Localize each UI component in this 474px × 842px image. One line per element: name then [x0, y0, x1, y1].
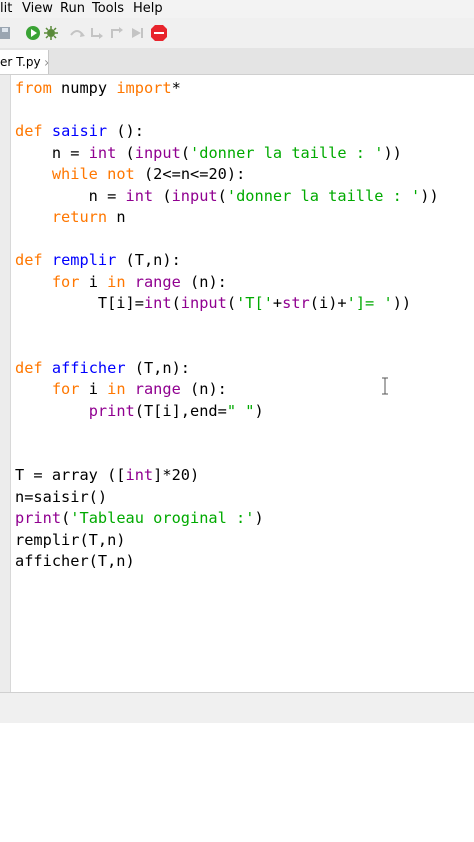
tab-file[interactable]: er T.py×: [0, 50, 49, 74]
tab-label: er T.py: [0, 55, 41, 69]
menu-bar: lit View Run Tools Help: [0, 0, 474, 18]
shell-panel[interactable]: [0, 723, 474, 842]
code-line: while not (2<=n<=20):: [51, 165, 246, 183]
text-cursor-icon: [382, 377, 388, 395]
menu-edit[interactable]: lit: [0, 1, 12, 16]
code-line: afficher(T,n): [15, 552, 135, 570]
code-line: return n: [51, 208, 126, 226]
code-line: print(T[i],end=" "): [88, 401, 264, 420]
code-line: print('Tableau oroginal :'): [15, 509, 264, 527]
run-icon[interactable]: [24, 24, 42, 42]
menu-run[interactable]: Run: [60, 1, 85, 16]
stop-icon[interactable]: [150, 24, 168, 42]
code-line: def remplir (T,n):: [15, 251, 181, 269]
menu-view[interactable]: View: [22, 1, 53, 16]
menu-tools[interactable]: Tools: [92, 1, 124, 16]
tab-close-icon[interactable]: ×: [44, 58, 48, 69]
code-line: def afficher (T,n):: [15, 358, 191, 377]
code-line: for i in range (n):: [51, 380, 227, 398]
code-line: n = int (input('donner la taille : ')): [15, 186, 439, 205]
editor-gutter: [0, 75, 11, 692]
code-line: def saisir ():: [15, 122, 144, 140]
editor-tab-bar: er T.py×: [0, 48, 474, 75]
code-line: T[i]=int(input('T['+str(i)+']= ')): [15, 294, 412, 312]
code-line: n = int (input('donner la taille : ')): [15, 143, 402, 162]
code-line: for i in range (n):: [51, 272, 227, 291]
step-over-icon[interactable]: [68, 24, 86, 42]
code-line: n=saisir(): [15, 487, 108, 506]
resume-icon[interactable]: [128, 24, 146, 42]
panel-divider[interactable]: [0, 692, 474, 724]
code-line: remplir(T,n): [15, 530, 126, 549]
code-editor[interactable]: from numpy import* def saisir (): n = in…: [0, 75, 474, 692]
debug-icon[interactable]: [42, 24, 60, 42]
code-line: T = array ([int]*20): [15, 466, 200, 484]
code-line: from numpy import*: [15, 79, 181, 97]
code-text[interactable]: from numpy import* def saisir (): n = in…: [15, 78, 439, 573]
save-icon[interactable]: [0, 24, 18, 42]
step-out-icon[interactable]: [108, 24, 126, 42]
step-into-icon[interactable]: [88, 24, 106, 42]
toolbar: [0, 18, 474, 48]
menu-help[interactable]: Help: [133, 1, 163, 16]
